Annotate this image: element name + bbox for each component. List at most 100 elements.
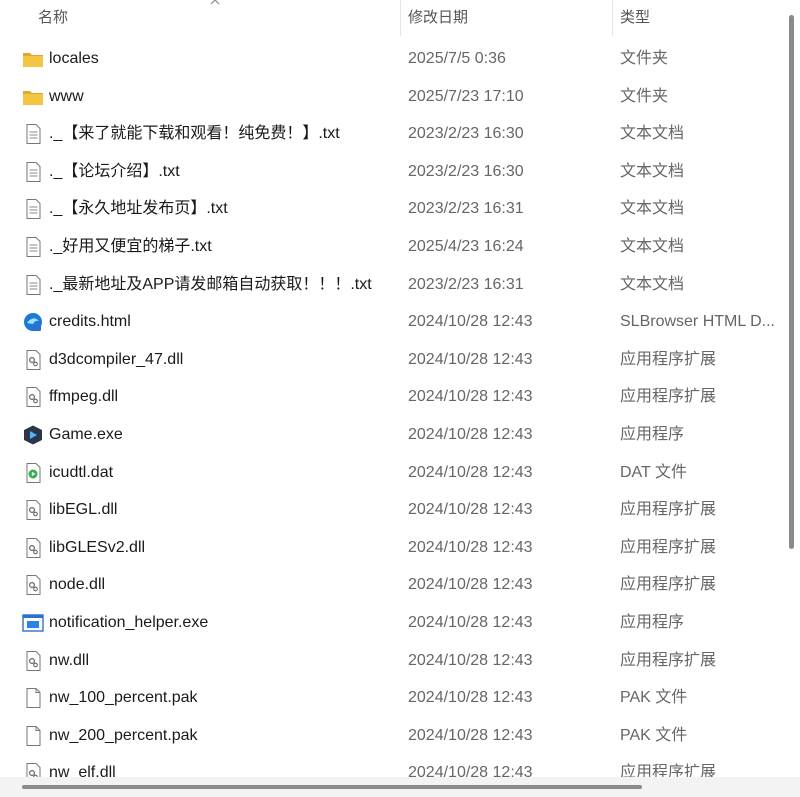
file-row[interactable]: libGLESv2.dll 2024/10/28 12:43 应用程序扩展	[0, 529, 779, 566]
file-row[interactable]: d3dcompiler_47.dll 2024/10/28 12:43 应用程序扩展	[0, 341, 779, 378]
media-file-icon	[22, 462, 44, 483]
file-row[interactable]: icudtl.dat 2024/10/28 12:43 DAT 文件	[0, 454, 779, 491]
file-type: 应用程序扩展	[620, 388, 717, 406]
file-row[interactable]: libEGL.dll 2024/10/28 12:43 应用程序扩展	[0, 491, 779, 528]
file-name: ._【永久地址发布页】.txt	[49, 200, 228, 218]
file-type: 文本文档	[620, 275, 685, 293]
file-type: 文本文档	[620, 200, 685, 218]
file-type: 文件夹	[620, 50, 669, 67]
folder-icon	[22, 87, 44, 107]
file-type: 应用程序	[620, 426, 685, 443]
file-name: d3dcompiler_47.dll	[49, 350, 184, 368]
file-name: icudtl.dat	[49, 463, 114, 481]
file-date: 2023/2/23 16:30	[408, 125, 524, 143]
text-file-icon	[22, 124, 44, 145]
file-row[interactable]: Game.exe 2024/10/28 12:43 应用程序	[0, 416, 779, 453]
dll-file-icon	[22, 387, 44, 408]
file-date: 2024/10/28 12:43	[408, 538, 533, 556]
file-date: 2024/10/28 12:43	[408, 463, 533, 481]
file-type: 文本文档	[620, 162, 685, 180]
file-date: 2024/10/28 12:43	[408, 614, 533, 631]
dll-file-icon	[22, 349, 44, 370]
file-date: 2024/10/28 12:43	[408, 350, 533, 368]
dll-file-icon	[22, 537, 44, 558]
file-row[interactable]: locales 2025/7/5 0:36 文件夹	[0, 40, 779, 77]
column-header-type[interactable]: 类型	[620, 0, 650, 36]
text-file-icon	[22, 161, 44, 182]
file-row[interactable]: ._【来了就能下载和观看！纯免费！】.txt 2023/2/23 16:30 文本文…	[0, 115, 779, 152]
column-header-name[interactable]: 名称	[38, 0, 68, 36]
file-date: 2024/10/28 12:43	[408, 726, 533, 744]
file-date: 2023/2/23 16:30	[408, 162, 524, 180]
text-file-icon	[22, 237, 44, 257]
file-type: 文本文档	[620, 238, 685, 255]
file-name: locales	[49, 50, 99, 67]
column-divider[interactable]	[612, 0, 613, 36]
file-row[interactable]: nw_100_percent.pak 2024/10/28 12:43 PAK 文件	[0, 679, 779, 716]
file-type: SLBrowser HTML D...	[620, 313, 775, 331]
file-name: libGLESv2.dll	[49, 538, 146, 556]
file-name: ._好用又便宜的梯子.txt	[49, 238, 212, 255]
file-type: 应用程序扩展	[620, 350, 717, 368]
file-date: 2024/10/28 12:43	[408, 689, 533, 707]
file-name: ._【论坛介绍】.txt	[49, 162, 180, 180]
file-date: 2023/2/23 16:31	[408, 200, 524, 218]
file-type: 文件夹	[620, 87, 669, 105]
blank-file-icon	[22, 688, 44, 709]
blank-file-icon	[22, 725, 44, 746]
file-row[interactable]: ffmpeg.dll 2024/10/28 12:43 应用程序扩展	[0, 378, 779, 415]
file-name: nw_200_percent.pak	[49, 726, 198, 744]
file-type: DAT 文件	[620, 463, 687, 481]
file-date: 2025/7/23 17:10	[408, 87, 524, 105]
file-row[interactable]: nw_200_percent.pak 2024/10/28 12:43 PAK 文件	[0, 717, 779, 754]
file-date: 2024/10/28 12:43	[408, 651, 533, 669]
file-row[interactable]: www 2025/7/23 17:10 文件夹	[0, 78, 779, 115]
file-name: www	[49, 87, 84, 105]
file-name: nw_100_percent.pak	[49, 689, 198, 707]
game-exe-icon	[22, 425, 44, 445]
browser-html-icon	[22, 312, 44, 332]
file-row[interactable]: nw.dll 2024/10/28 12:43 应用程序扩展	[0, 642, 779, 679]
file-row[interactable]: ._【永久地址发布页】.txt 2023/2/23 16:31 文本文档	[0, 190, 779, 227]
vertical-scrollbar-thumb[interactable]	[789, 15, 794, 549]
file-date: 2024/10/28 12:43	[408, 388, 533, 406]
file-name: ._最新地址及APP请发邮箱自动获取！！！.txt	[49, 275, 372, 293]
file-row[interactable]: ._最新地址及APP请发邮箱自动获取！！！.txt 2023/2/23 16:31…	[0, 266, 779, 303]
file-name: nw_elf.dll	[49, 764, 116, 777]
file-date: 2023/2/23 16:31	[408, 275, 524, 293]
file-name: credits.html	[49, 313, 131, 331]
file-row[interactable]: nw_elf.dll 2024/10/28 12:43 应用程序扩展	[0, 754, 779, 777]
file-row[interactable]: notification_helper.exe 2024/10/28 12:43 应…	[0, 604, 779, 641]
dll-file-icon	[22, 575, 44, 596]
file-date: 2024/10/28 12:43	[408, 313, 533, 331]
text-file-icon	[22, 199, 44, 220]
file-type: PAK 文件	[620, 689, 688, 707]
dll-file-icon	[22, 650, 44, 671]
folder-icon	[22, 49, 44, 69]
file-type: 应用程序扩展	[620, 538, 717, 556]
dll-file-icon	[22, 763, 44, 777]
file-type: 应用程序扩展	[620, 651, 717, 669]
file-name: node.dll	[49, 576, 106, 594]
exe-window-icon	[22, 613, 44, 633]
horizontal-scrollbar-thumb[interactable]	[22, 785, 642, 789]
column-divider[interactable]	[400, 0, 401, 36]
file-name: ffmpeg.dll	[49, 388, 119, 406]
file-name: libEGL.dll	[49, 501, 118, 519]
file-row[interactable]: node.dll 2024/10/28 12:43 应用程序扩展	[0, 566, 779, 603]
file-name: ._【来了就能下载和观看！纯免费！】.txt	[49, 125, 340, 143]
file-row[interactable]: credits.html 2024/10/28 12:43 SLBrowser HT…	[0, 303, 779, 340]
file-date: 2024/10/28 12:43	[408, 501, 533, 519]
file-row[interactable]: ._好用又便宜的梯子.txt 2025/4/23 16:24 文本文档	[0, 228, 779, 265]
sort-ascending-icon	[210, 0, 220, 5]
file-name: notification_helper.exe	[49, 614, 209, 631]
file-name: nw.dll	[49, 651, 90, 669]
file-date: 2025/7/5 0:36	[408, 50, 506, 67]
column-header-date[interactable]: 修改日期	[408, 0, 468, 36]
file-row[interactable]: ._【论坛介绍】.txt 2023/2/23 16:30 文本文档	[0, 153, 779, 190]
file-type: PAK 文件	[620, 726, 688, 744]
file-date: 2024/10/28 12:43	[408, 576, 533, 594]
file-date: 2025/4/23 16:24	[408, 238, 524, 255]
column-header-bar: 名称 修改日期 类型	[0, 0, 779, 36]
file-type: 应用程序	[620, 614, 685, 631]
